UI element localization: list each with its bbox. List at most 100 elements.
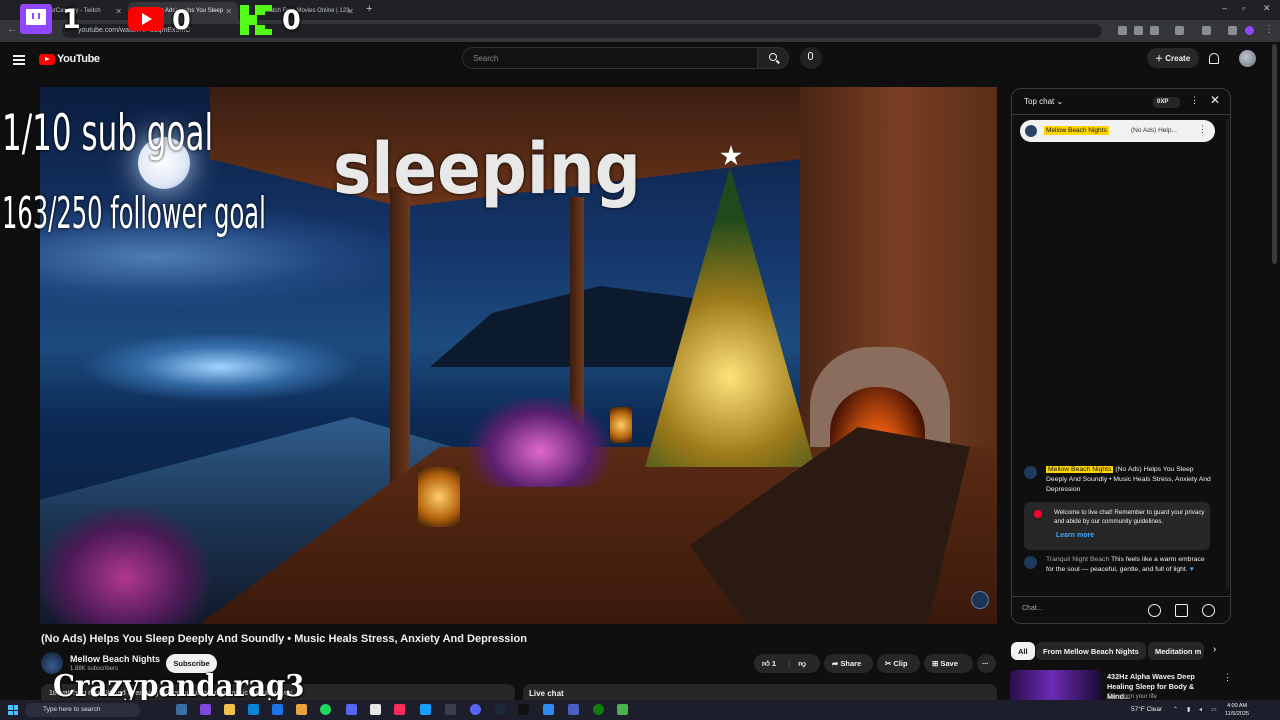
create-button[interactable]: ＋ Create: [1147, 48, 1199, 68]
chip-from-channel[interactable]: From Mellow Beach Nights: [1036, 642, 1146, 660]
pinned-author: Mellow Beach Nights: [1044, 126, 1109, 135]
heart-icon[interactable]: [1202, 604, 1215, 617]
plus-icon: ＋: [1155, 54, 1166, 63]
chevron-down-icon: ⌄: [1054, 97, 1064, 106]
app-icon[interactable]: [296, 704, 307, 715]
minimize-icon[interactable]: –: [1222, 3, 1227, 13]
url-bar[interactable]: youtube.com/watch?v=u1qmEx9mC: [62, 24, 1102, 38]
chat-scrollbar[interactable]: [1226, 119, 1229, 589]
discord-icon[interactable]: [346, 704, 357, 715]
app-icon[interactable]: [617, 704, 628, 715]
clock-date: 11/5/2025: [1225, 711, 1250, 717]
maximize-icon[interactable]: ▫: [1242, 3, 1245, 13]
tab-close-icon[interactable]: ✕: [347, 7, 354, 16]
tab-label: Watch Free Movies Online | 123: [264, 8, 350, 14]
chip-meditation[interactable]: Meditation m: [1148, 642, 1204, 660]
new-tab-button[interactable]: +: [366, 3, 372, 15]
twitch-logo-icon: [20, 4, 52, 34]
tray-chevron-icon[interactable]: ⌃: [1173, 706, 1178, 713]
emoji-icon[interactable]: [1148, 604, 1161, 617]
battery-icon[interactable]: ▭: [1211, 706, 1217, 713]
streamer-name-overlay: Crazypandarag3: [53, 669, 305, 704]
app-icon[interactable]: [420, 704, 431, 715]
tiktok-icon[interactable]: [394, 704, 405, 715]
extensions-puzzle-icon[interactable]: [1175, 26, 1184, 35]
extension-icon[interactable]: [1118, 26, 1127, 35]
windows-start-icon[interactable]: [8, 705, 18, 715]
super-chat-icon[interactable]: [1175, 604, 1188, 617]
kick-logo-icon: [240, 5, 272, 35]
spotify-icon[interactable]: [320, 704, 331, 715]
youtube-header: YouTube Search ＋ Create: [0, 42, 1280, 78]
youtube-logo-icon: [128, 7, 164, 31]
task-view-icon[interactable]: [176, 704, 187, 715]
chat-message[interactable]: Tranquil Night Beach This feels like a w…: [1024, 555, 1214, 589]
download-icon[interactable]: [1228, 26, 1237, 35]
bookmark-star-icon[interactable]: [1150, 26, 1159, 35]
kick-app-icon[interactable]: [518, 704, 529, 715]
more-actions-button[interactable]: ...: [977, 654, 996, 673]
zoom-icon[interactable]: [1134, 26, 1143, 35]
chip-all[interactable]: All: [1011, 642, 1035, 660]
pinned-more-icon[interactable]: ⋮: [1198, 124, 1207, 135]
account-avatar[interactable]: [1239, 50, 1256, 67]
voice-search-button[interactable]: [800, 47, 822, 69]
app-icon[interactable]: [272, 704, 283, 715]
browser-tab-strip: yourCanaary - Twitch ✕ (No Ads) Helps You…: [0, 0, 1280, 20]
app-icon[interactable]: [470, 704, 481, 715]
dislike-button[interactable]: 👎︎: [798, 659, 806, 668]
search-button[interactable]: [757, 47, 789, 69]
taskbar-clock[interactable]: 4:00 AM 11/5/2025: [1225, 702, 1249, 718]
chat-more-icon[interactable]: ⋮: [1190, 95, 1199, 106]
steam-icon[interactable]: [495, 704, 506, 715]
notifications-bell-icon[interactable]: [1209, 53, 1219, 64]
app-icon[interactable]: [543, 704, 554, 715]
xbox-icon[interactable]: [593, 704, 604, 715]
clip-button[interactable]: ✂ Clip: [877, 654, 920, 673]
edge-icon[interactable]: [248, 704, 259, 715]
browser-menu-icon[interactable]: ⋮: [1264, 24, 1274, 35]
channel-watermark[interactable]: [971, 591, 989, 609]
profile-icon[interactable]: [1245, 26, 1254, 35]
menu-icon[interactable]: [13, 55, 25, 65]
app-icon[interactable]: [445, 704, 456, 715]
recommendation-more-icon[interactable]: ⋮: [1223, 672, 1232, 683]
weather-widget[interactable]: 57°F Clear: [1131, 706, 1162, 713]
youtube-logo-icon[interactable]: [39, 54, 55, 65]
app-icon[interactable]: [200, 704, 211, 715]
back-arrow-icon[interactable]: ←: [7, 24, 17, 35]
volume-icon[interactable]: ◂: [1199, 706, 1202, 713]
chat-header: Top chat ⌄ 0XP ⋮ ✕: [1012, 89, 1230, 115]
tab-close-icon[interactable]: ✕: [225, 7, 232, 16]
app-icon[interactable]: [568, 704, 579, 715]
search-input[interactable]: Search: [462, 47, 758, 69]
chat-mode-dropdown[interactable]: Top chat ⌄: [1024, 97, 1063, 106]
network-icon[interactable]: ▮: [1187, 706, 1190, 713]
blue-heart-icon: ♥: [1189, 566, 1194, 573]
learn-more-link[interactable]: Learn more: [1056, 532, 1094, 539]
chat-input[interactable]: Chat...: [1022, 605, 1132, 612]
taskbar-search-input[interactable]: Type here to search: [25, 703, 140, 717]
app-icon[interactable]: [370, 704, 381, 715]
xp-badge[interactable]: 0XP: [1153, 97, 1180, 108]
thumbs-up-icon: 👍︎: [762, 659, 772, 668]
youtube-brand-label[interactable]: YouTube: [57, 53, 100, 65]
chat-message[interactable]: Mellow Beach Nights (No Ads) Helps You S…: [1024, 465, 1214, 499]
window-close-icon[interactable]: ✕: [1263, 3, 1271, 14]
share-button[interactable]: ➦ Share: [824, 654, 873, 673]
pinned-message[interactable]: Mellow Beach Nights (No Ads) Help... ⋮: [1020, 120, 1215, 142]
chevron-right-icon[interactable]: ›: [1213, 644, 1216, 655]
lantern: [610, 407, 632, 443]
like-dislike-pill: 👍︎ 1 | 👎︎: [754, 654, 820, 673]
file-explorer-icon[interactable]: [224, 704, 235, 715]
channel-name[interactable]: Mellow Beach Nights: [70, 654, 160, 664]
chat-close-icon[interactable]: ✕: [1210, 93, 1220, 107]
youtube-viewer-count: 0: [172, 5, 191, 36]
welcome-notice: Welcome to live chat! Remember to guard …: [1024, 502, 1210, 550]
tab-close-icon[interactable]: ✕: [115, 7, 122, 16]
page-scrollbar[interactable]: [1272, 44, 1277, 264]
avatar: [1024, 556, 1037, 569]
sidebar-icon[interactable]: [1202, 26, 1211, 35]
like-button[interactable]: 👍︎ 1: [762, 659, 776, 668]
save-button[interactable]: ⊞ Save: [924, 654, 973, 673]
